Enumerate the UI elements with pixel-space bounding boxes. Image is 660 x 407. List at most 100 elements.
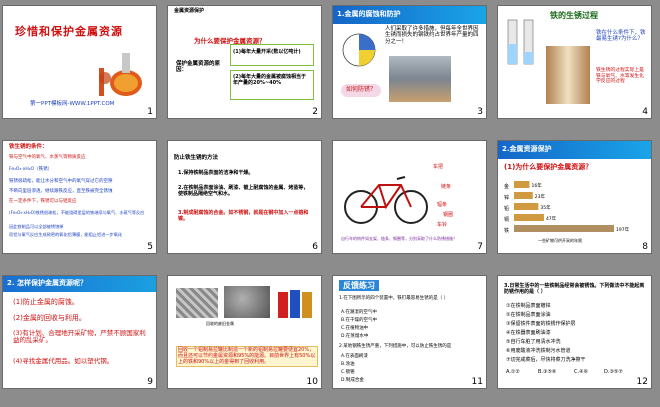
text-line-3: 铁锈很疏松，能让水分和空气中的氧气穿过它的空隙 [9,179,113,184]
measure-2: (2)金属的回收与利用。 [13,314,86,322]
scrap-metal-photo-2 [224,286,270,318]
rusty-pipes-photo [389,56,451,102]
item-5: ⑤自行车脏了用清水冲洗 [506,339,561,345]
slide-heading: 2.金属资源保护 [502,145,552,153]
question-2: 2.某地钢铁生锈严重，下列措施中，可以防止铁生锈的是 [339,344,452,349]
recycling-text: 回收一个铝制易拉罐比制造一个新的铝制易拉罐要便宜20%，而且还可以节约金属资源和… [176,346,318,368]
bar [514,181,530,188]
slide-thumbnail-9[interactable]: 2. 怎样保护金属资源呢？ (1)防止金属的腐蚀。 (2)金属的回收与利用。 (… [3,276,156,388]
bar [514,203,539,210]
test-tubes-icon [507,19,534,65]
scrap-metal-photo-1 [176,288,218,318]
slide-number: 8 [642,242,648,252]
slide-number: 2 [312,107,318,117]
slide-thumbnail-6[interactable]: 防止铁生锈的方法 1.保持铁制品表面的洁净和干燥。 2.在铁制品表面涂油、刷漆、… [168,141,321,253]
slide-heading: 反馈练习 [339,280,379,292]
bicycle-icon [344,176,428,224]
item-4: ④在铁器表面刷油漆 [506,330,551,336]
bike-label-bell: 车铃 [437,222,448,228]
experiment-photo [546,46,590,104]
bike-label-chain: 链条 [441,184,452,190]
reason-box-1: (1)每年大量开采(数以亿吨计) [230,44,314,66]
slide-caption: 铁生锈的过程实际上是铁与氧气、水等发生化学反应的过程 [596,68,644,85]
slide-number: 4 [642,107,648,117]
bike-label-spoke: 辐条 [437,202,448,208]
slide-thumbnail-11[interactable]: 反馈练习 1.在下图所示的四个装置中，铁钉最容易生锈的是（ ） A.在潮湿的空气… [333,276,486,388]
slide-text: 人们采取了许多措施，但每年全世界因生锈而损失的钢铁约占世界年产量的四分之一！ [385,26,479,45]
text-line-4: 不断向里层渗透，继续跟铁反应，直至铁被完全锈蚀 [9,189,113,194]
slide-heading: 金属资源保护 [174,8,205,14]
option-b: B.③⑤⑥ [538,369,557,375]
question-1: 1.在下图所示的四个装置中，铁钉最容易生锈的是（ ） [339,296,449,301]
text-line-5: 在一定条件下，铁锈可以与铝反应 [9,199,77,204]
slide-heading: 铁的生锈过程 [550,11,598,20]
reason-label: 保护金属资源的原因： [176,61,221,74]
slide-thumbnail-12[interactable]: 3.日常生活中的一些铁制品经常会被锈蚀。下列做法中不能起到防锈作用的是（ ） ①… [498,276,651,388]
slide-thumbnail-1[interactable]: 珍惜和保护金属资源 第一PPT模板网-WWW.1PPT.COM 1 [3,6,156,118]
q1-option-b: B.在干燥的空气中 [341,318,378,323]
item-7: ⑦切完咸菜后，尽快将菜刀洗净擦干 [506,357,586,363]
text-line-1: 铁与空气中的氧气、水蒸气等物质反应 [9,155,86,160]
slide-thumbnail-10[interactable]: 回收的废旧金属 回收一个铝制易拉罐比制造一个新的铝制易拉罐要便宜20%，而且还可… [168,276,321,388]
chart-caption: 一些矿物可供开采的年限 [538,238,582,243]
q2-option-a: A.在表面刷漆 [341,354,368,359]
question: 3.日常生活中的一些铁制品经常会被锈蚀。下列做法中不能起到防锈作用的是（ ） [504,283,645,295]
bar [514,214,544,221]
bike-label-handlebar: 车把 [433,164,444,170]
reason-1: (1)每年大量开采(数以亿吨计) [233,49,301,55]
item-3: ③保留铁件表面的铁锈作保护层 [506,321,576,327]
photo-caption: 回收的废旧金属 [206,321,234,326]
slide-number: 9 [147,377,153,387]
slide-heading: 铁生锈的条件： [9,144,48,150]
bar-label: 铅 [504,205,509,212]
bar-label: 金 [504,183,509,190]
reason-box-2: (2)每年大量的金属被腐蚀相当于年产量的20%~40% [230,70,314,100]
slide-question: 铁在什么条件下，铁最易生锈?为什么？ [596,30,646,43]
callout: 如何防锈？ [341,84,382,97]
measure-1: (1)防止金属的腐蚀。 [13,298,79,306]
pie-chart-icon [342,33,376,67]
text-line-2: Fe₂O₃·xH₂O（铁锈） [9,167,53,172]
slide-number: 7 [477,242,483,252]
reserves-bar-chart: 金 16年锌 23年铅 35年铜 47年铁 197年 [504,181,630,234]
q1-option-d: D.在蒸馏水中 [341,334,369,339]
flask-icon [99,53,142,96]
bar-value: 47年 [546,215,557,222]
bar-label: 铜 [504,216,509,223]
item-6: ⑥用废酸液冲洗铁制污水管道 [506,348,571,354]
bar-value: 16年 [531,182,542,189]
slide-thumbnail-3[interactable]: 1.金属的腐蚀和防护 人们采取了许多措施，但每年全世界因生锈而损失的钢铁约占世界… [333,6,486,118]
item-2: ②在铁制品表面涂油 [506,312,551,318]
option-a: A.①② [506,369,520,375]
slide-question: (1)为什么要保护金属资源？ [504,163,593,171]
bar [514,225,614,232]
slide-number: 1 [147,107,153,117]
option-c: C.④⑥ [574,369,589,375]
item-1: ①在铁制品表面镀锌 [506,303,551,309]
slide-thumbnail-4[interactable]: 铁的生锈过程 铁在什么条件下，铁最易生锈?为什么？ 铁生锈的过程实际上是铁与氧气… [498,6,651,118]
option-d: D.③⑤⑦ [604,369,623,375]
bar-label: 铁 [504,227,509,234]
measure-3: (3)有计划、合理地开采矿物，严禁不顾国家利益的乱采矿。 [13,329,146,345]
method-3: 3.制成耐腐蚀的合金。如不锈钢，就是在钢中加入一点铬和镍。 [178,210,309,222]
slide-heading: 1.金属的腐蚀和防护 [337,10,401,18]
slide-heading: 防止铁生锈的方法 [174,155,219,161]
slide-thumbnail-2[interactable]: 金属资源保护 为什么要保护金属资源？ 保护金属资源的原因： (1)每年大量开采(… [168,6,321,118]
bar-value: 35年 [540,204,551,211]
slide-number: 3 [477,107,483,117]
slide-thumbnail-8[interactable]: 2.金属资源保护 (1)为什么要保护金属资源？ 金 16年锌 23年铅 35年铜 47年… [498,141,651,253]
text-line-6: (Fe₂O₃·xH₂O)铁锈很疏松，不能阻碍里层的铁继续与氧气、水蒸气等反应 [9,210,145,215]
bike-label-rim: 钢圈 [443,212,454,218]
q1-option-c: C.在植物油中 [341,326,369,331]
bar-value: 197年 [616,226,630,233]
bar [514,192,533,199]
q2-option-d: D.制成合金 [341,378,364,383]
slide-number: 5 [147,242,153,252]
slide-thumbnail-7[interactable]: 链条 车把 辐条 钢圈 车铃 自行车的构件如支架、链条、钢圈等，分别采取了什么防… [333,141,486,253]
reason-2: (2)每年大量的金属被腐蚀相当于年产量的20%~40% [233,74,307,86]
bar-label: 锌 [504,194,509,201]
slide-thumbnail-5[interactable]: 铁生锈的条件： 铁与空气中的氧气、水蒸气等物质反应 Fe₂O₃·xH₂O（铁锈）… [3,141,156,253]
method-2: 2.在铁制品表面涂油、刷漆、镀上耐腐蚀的金属、烤蓝等，使铁制品隔绝空气和水。 [178,185,309,197]
q1-option-a: A.在潮湿的空气中 [341,310,377,315]
slide-number: 6 [312,242,318,252]
